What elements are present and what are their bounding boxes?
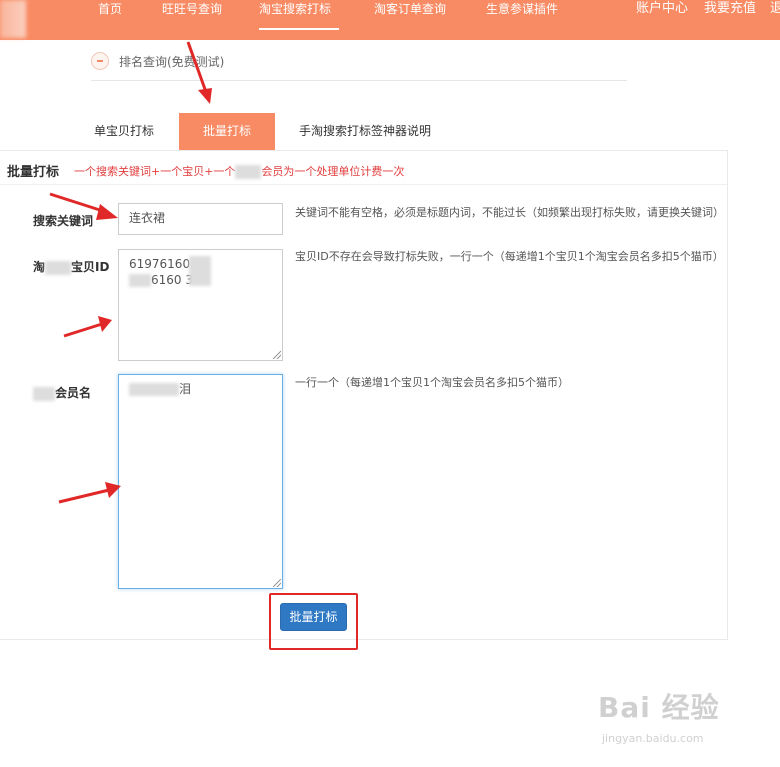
member-name-label: 会员名 — [33, 384, 91, 401]
batch-tag-button[interactable]: 批量打标 — [280, 603, 347, 631]
submit-annotation-box: 批量打标 — [269, 593, 358, 650]
member-name-line-1-text: 泪 — [179, 382, 192, 396]
nav-item-taoke-order-query[interactable]: 淘客订单查询 — [374, 0, 446, 40]
minus-circle-icon — [91, 52, 109, 70]
logo — [0, 0, 26, 38]
panel-header: 批量打标 一个搜索关键词+一个宝贝+一个 会员为一个处理单位计费一次 — [0, 151, 727, 185]
item-id-label: 淘 宝贝ID — [33, 258, 109, 275]
item-id-label-prefix: 淘 — [33, 260, 46, 274]
member-name-line-1: 泪 — [129, 381, 272, 397]
keyword-hint: 关键词不能有空格，必须是标题内词，不能过长（如频繁出现打标失败，请更换关键词） — [295, 206, 724, 219]
baidu-jingyan-watermark: Bai 经验 jingyan.baidu.com — [598, 686, 748, 756]
member-name-label-text: 会员名 — [55, 386, 92, 400]
blurred-text — [189, 256, 211, 286]
billing-note-part2: 会员为一个处理单位计费一次 — [261, 165, 405, 178]
breadcrumb: 排名查询(免费测试) — [91, 50, 627, 81]
resize-handle-icon[interactable] — [273, 351, 281, 359]
watermark-url: jingyan.baidu.com — [602, 732, 704, 745]
nav-item-business-plugin[interactable]: 生意参谋插件 — [486, 0, 558, 40]
blurred-text — [235, 165, 262, 179]
nav-item-taobao-search-tag[interactable]: 淘宝搜索打标 — [259, 0, 339, 30]
member-name-hint: 一行一个（每递增1个宝贝1个淘宝会员名多扣5个猫币） — [295, 376, 569, 389]
item-id-label-suffix: 宝贝ID — [71, 260, 110, 274]
nav-item-recharge[interactable]: 我要充值 — [704, 0, 756, 20]
member-name-textarea[interactable]: 泪 — [118, 374, 283, 589]
blurred-text — [129, 383, 179, 396]
tab-bar: 单宝贝打标 批量打标 手淘搜索打标签神器说明 — [78, 113, 728, 150]
annotation-arrow-icon — [58, 482, 121, 504]
tab-single-item[interactable]: 单宝贝打标 — [94, 113, 154, 150]
top-nav-bar: 首页 旺旺号查询 淘宝搜索打标 淘客订单查询 生意参谋插件 账户中心 我要充值 … — [0, 0, 780, 40]
annotation-arrow-icon — [49, 192, 118, 220]
nav-item-wangwang-query[interactable]: 旺旺号查询 — [162, 0, 222, 40]
nav-item-logout[interactable]: 退 — [770, 0, 780, 20]
annotation-arrow-icon — [63, 316, 112, 338]
panel-title: 批量打标 — [7, 165, 60, 180]
nav-item-account-center[interactable]: 账户中心 — [636, 0, 688, 20]
item-id-line-2-text: 6160 3 — [151, 273, 193, 287]
nav-item-home[interactable]: 首页 — [98, 0, 122, 40]
blurred-text — [33, 386, 55, 401]
keyword-input[interactable]: 连衣裙 — [118, 203, 283, 235]
item-id-hint: 宝贝ID不存在会导致打标失败，一行一个（每递增1个宝贝1个淘宝会员名多扣5个猫币… — [295, 250, 724, 263]
blurred-text — [45, 260, 72, 275]
tab-instructions[interactable]: 手淘搜索打标签神器说明 — [299, 113, 431, 150]
blurred-text — [129, 274, 151, 287]
billing-note: 一个搜索关键词+一个宝贝+一个 会员为一个处理单位计费一次 — [74, 163, 404, 179]
resize-handle-icon[interactable] — [273, 579, 281, 587]
annotation-arrow-icon — [186, 41, 212, 104]
page: 首页 旺旺号查询 淘宝搜索打标 淘客订单查询 生意参谋插件 账户中心 我要充值 … — [0, 0, 780, 767]
tab-batch-tag[interactable]: 批量打标 — [179, 113, 275, 150]
billing-note-part1: 一个搜索关键词+一个宝贝+一个 — [74, 165, 236, 178]
watermark-logo-text: Bai 经验 — [598, 691, 720, 724]
item-id-textarea[interactable]: 6197616036 6160 3 — [118, 249, 283, 361]
